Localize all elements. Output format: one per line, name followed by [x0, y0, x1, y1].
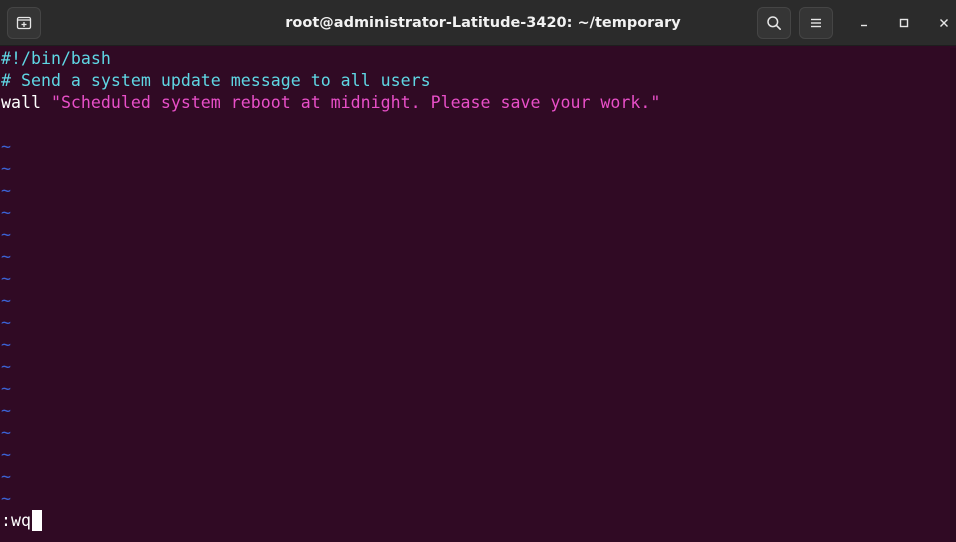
scrollbar-track[interactable]	[950, 48, 956, 542]
close-icon	[938, 14, 950, 33]
vim-command-line[interactable]: :wq	[1, 510, 42, 532]
line-text: wall	[1, 93, 51, 112]
empty-line-tilde: ~	[1, 445, 11, 464]
empty-line-tilde: ~	[1, 291, 11, 310]
empty-line-tilde: ~	[1, 357, 11, 376]
line-text: #!/bin/bash	[1, 49, 111, 68]
line-text: "Scheduled system reboot at midnight. Pl…	[50, 93, 661, 112]
empty-line-tilde: ~	[1, 423, 11, 442]
minimize-icon	[858, 14, 870, 33]
empty-line-tilde: ~	[1, 269, 11, 288]
empty-line-tilde: ~	[1, 247, 11, 266]
new-tab-icon	[16, 15, 32, 31]
empty-line-tilde: ~	[1, 203, 11, 222]
empty-line-tilde: ~	[1, 379, 11, 398]
line-text: # Send a system update message to all us…	[1, 71, 431, 90]
empty-line-tilde: ~	[1, 335, 11, 354]
buffer-line: #!/bin/bash	[0, 48, 948, 70]
maximize-button[interactable]	[892, 11, 916, 35]
maximize-icon	[898, 14, 910, 33]
window-title: root@administrator-Latitude-3420: ~/temp…	[285, 15, 681, 31]
buffer-line: wall "Scheduled system reboot at midnigh…	[0, 92, 948, 114]
search-icon	[766, 15, 782, 31]
empty-line-tilde: ~	[1, 159, 11, 178]
minimize-button[interactable]	[852, 11, 876, 35]
empty-line-tilde: ~	[1, 401, 11, 420]
command-text: :wq	[1, 511, 31, 530]
new-tab-button[interactable]	[7, 7, 41, 39]
empty-line-tilde: ~	[1, 137, 11, 156]
empty-line-tilde: ~	[1, 313, 11, 332]
empty-line-tilde: ~	[1, 467, 11, 486]
close-button[interactable]	[932, 11, 956, 35]
buffer-line: # Send a system update message to all us…	[0, 70, 948, 92]
empty-line-tilde: ~	[1, 181, 11, 200]
empty-line-tilde: ~	[1, 489, 11, 508]
buffer-line	[0, 114, 948, 136]
empty-line-tilde: ~	[1, 225, 11, 244]
search-button[interactable]	[757, 7, 791, 39]
hamburger-menu-icon	[809, 16, 823, 30]
terminal-window: root@administrator-Latitude-3420: ~/temp…	[0, 0, 956, 542]
text-cursor	[31, 510, 42, 531]
title-bar: root@administrator-Latitude-3420: ~/temp…	[0, 0, 956, 46]
vim-editor-buffer[interactable]: #!/bin/bash # Send a system update messag…	[0, 48, 948, 542]
menu-button[interactable]	[799, 7, 833, 39]
